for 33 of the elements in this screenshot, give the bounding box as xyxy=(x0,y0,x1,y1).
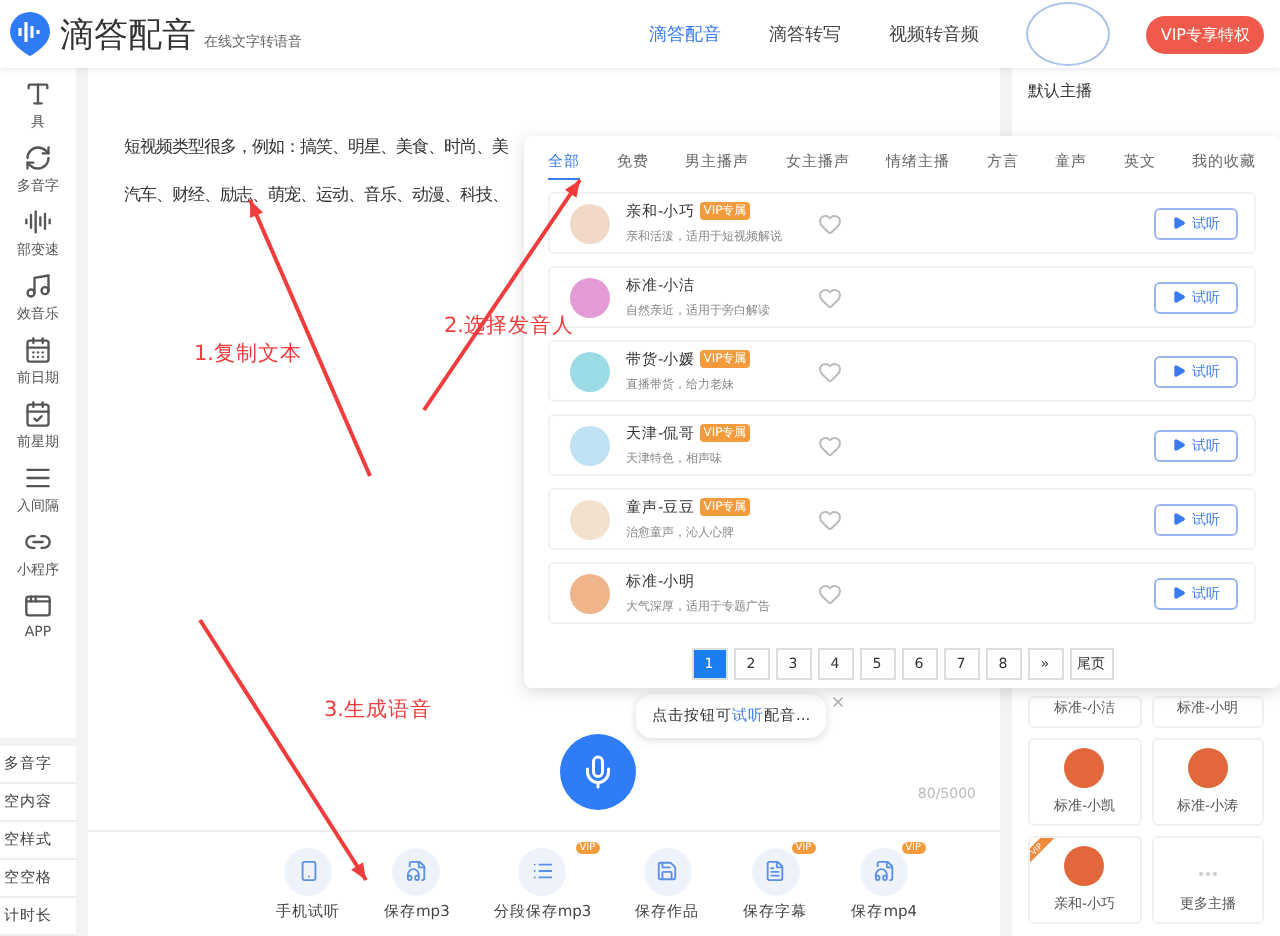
music-icon[interactable] xyxy=(24,272,52,300)
nav-link[interactable]: 视频转音频 xyxy=(888,21,979,47)
nav-link[interactable]: 滴答配音 xyxy=(648,21,721,47)
mic-button[interactable] xyxy=(560,734,636,810)
avatar-placeholder xyxy=(1064,846,1105,886)
play-icon xyxy=(1172,438,1186,452)
logo-icon xyxy=(8,10,52,58)
phone-icon xyxy=(297,860,319,882)
play-icon xyxy=(1172,290,1186,304)
microphone-icon xyxy=(580,754,616,790)
refresh-icon[interactable] xyxy=(24,144,52,172)
audio-file-icon xyxy=(873,860,896,882)
calendar-icon[interactable] xyxy=(24,400,52,428)
calendar-icon[interactable] xyxy=(24,336,52,364)
waveform-icon[interactable] xyxy=(24,208,52,236)
avatar-placeholder xyxy=(1064,748,1105,788)
play-icon xyxy=(1172,586,1186,600)
brand-name: 滴答配音 xyxy=(60,13,196,57)
panel-title: 默认主播 xyxy=(1028,80,1094,102)
annotation-label: 1.复制文本 xyxy=(194,340,303,368)
lines-icon[interactable] xyxy=(24,464,52,492)
play-icon xyxy=(1172,216,1186,230)
app-icon[interactable] xyxy=(24,592,52,620)
text-line: 短视频类型很多，例如：搞笑、明星、美食、时尚、美 xyxy=(124,136,510,158)
audio-file-icon xyxy=(405,860,428,882)
document-icon xyxy=(764,860,787,882)
play-icon xyxy=(1172,364,1186,378)
annotation-label: 3.生成语音 xyxy=(324,696,433,724)
play-icon xyxy=(1172,512,1186,526)
nav-link[interactable]: 滴答转写 xyxy=(768,21,841,47)
save-icon xyxy=(656,860,679,882)
text-icon[interactable] xyxy=(24,80,52,108)
avatar-placeholder xyxy=(1187,748,1228,788)
